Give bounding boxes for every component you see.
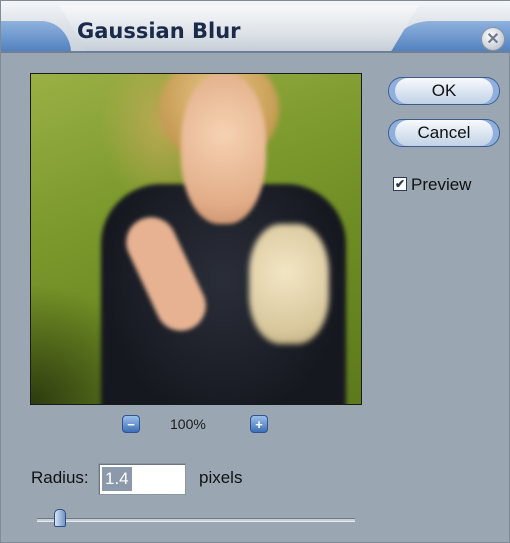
gaussian-blur-dialog: Gaussian Blur ✕ − 100% + OK Cancel ✔ Pre… [0, 0, 510, 543]
cancel-button-label: Cancel [417, 123, 471, 142]
close-button[interactable]: ✕ [481, 27, 505, 51]
close-icon: ✕ [486, 31, 500, 48]
preview-image[interactable] [30, 73, 362, 405]
title-bar-left-accent [1, 21, 71, 53]
cancel-button[interactable]: Cancel [388, 119, 500, 147]
zoom-level: 100% [170, 416, 206, 432]
radius-slider-handle[interactable] [54, 509, 66, 527]
ok-button-label: OK [431, 81, 457, 100]
plus-icon: + [255, 416, 263, 432]
checkmark-icon: ✔ [394, 177, 406, 191]
zoom-in-button[interactable]: + [250, 415, 268, 433]
preview-checkbox[interactable]: ✔ [393, 177, 407, 191]
minus-icon: − [127, 416, 135, 432]
radius-value[interactable]: 1.4 [102, 467, 132, 491]
image-face [181, 74, 266, 224]
ok-button[interactable]: OK [388, 77, 500, 105]
radius-label: Radius: [31, 468, 89, 487]
preview-checkbox-label[interactable]: Preview [411, 175, 471, 195]
dialog-title: Gaussian Blur [77, 19, 241, 43]
zoom-out-button[interactable]: − [122, 415, 140, 433]
image-toy [249, 224, 329, 344]
title-bar[interactable]: Gaussian Blur ✕ [1, 1, 510, 53]
title-divider [1, 51, 510, 53]
radius-slider-track[interactable] [37, 518, 355, 522]
radius-unit-label: pixels [199, 468, 243, 487]
